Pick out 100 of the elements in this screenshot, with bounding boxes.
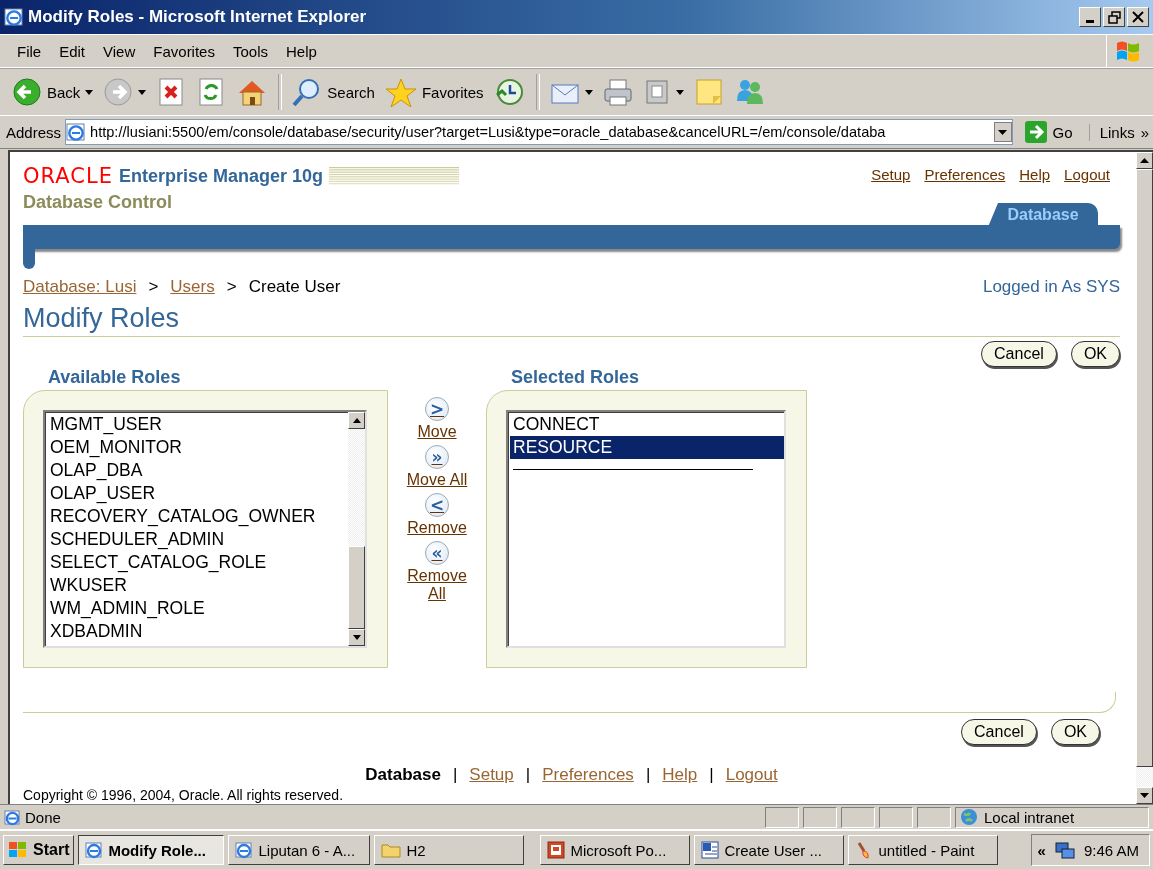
list-option[interactable]: OLAP_DBA: [47, 459, 348, 482]
breadcrumb-current: Create User: [248, 277, 341, 297]
page-icon: [4, 808, 21, 826]
global-link[interactable]: Help: [1019, 166, 1051, 183]
role-list[interactable]: MGMT_USER OEM_MONITOR OLAP_DBA OLAP_USER RECOVERY_CATALOG_OWNER SCHEDULER_ADMIN SELECT_CATALOG_ROLE WKUSER WM_ADMIN_ROLE XDBADMIN: [43, 410, 367, 648]
note-icon: [693, 77, 724, 107]
folder-icon: [381, 842, 402, 858]
status-pane: [917, 806, 951, 828]
brand-logo: ORACLE: [23, 164, 113, 188]
product-subtitle: Database Control: [23, 192, 174, 213]
back-icon: [12, 77, 42, 107]
list-heading: Available Roles: [48, 367, 182, 388]
links-label[interactable]: Links: [1099, 123, 1135, 141]
down-arrow-icon: [1140, 793, 1149, 798]
menu-item[interactable]: Edit: [50, 42, 95, 60]
list-option[interactable]: WM_ADMIN_ROLE: [47, 597, 348, 620]
link-separator: |: [452, 765, 458, 785]
address-field[interactable]: http://lusiani:5500/em/console/database/security/user?target=Lusi&type=oracle_database&cancelURL=/em/console/databa: [65, 119, 1013, 145]
product-name: Enterprise Manager 10g: [118, 165, 323, 187]
zone-text: Local intranet: [984, 808, 1075, 826]
list-option[interactable]: SELECT_CATALOG_ROLE: [47, 551, 348, 574]
windows-logo-icon: [1115, 39, 1141, 63]
list-option[interactable]: OLAP_USER: [47, 482, 348, 505]
minimize-icon: [1086, 19, 1094, 23]
breadcrumb-link[interactable]: Database: Lusi: [23, 277, 137, 297]
list-option[interactable]: OEM_MONITOR: [47, 436, 348, 459]
browser-icon: [4, 7, 24, 27]
action-button[interactable]: OK: [1070, 341, 1120, 367]
taskbar-button[interactable]: Create User ...: [694, 835, 845, 865]
menu-item[interactable]: View: [94, 42, 145, 60]
footer-link[interactable]: Preferences: [542, 765, 634, 785]
global-link[interactable]: Logout: [1064, 166, 1110, 183]
breadcrumb-link[interactable]: Users: [170, 277, 215, 297]
close-button[interactable]: [1127, 7, 1149, 27]
document-icon: [701, 841, 720, 859]
page-icon: [66, 122, 87, 142]
back-button[interactable]: Back: [10, 75, 96, 109]
status-pane: [879, 806, 913, 828]
action-button[interactable]: Cancel: [961, 719, 1037, 745]
slides-icon: [547, 841, 566, 859]
scrollbar[interactable]: [348, 412, 365, 646]
up-arrow-icon: [1140, 158, 1149, 163]
footer-link[interactable]: Setup: [469, 765, 514, 785]
windows-logo-icon: [8, 841, 28, 859]
list-option[interactable]: XDBADMIN: [47, 620, 348, 643]
list-option[interactable]: SCHEDULER_ADMIN: [47, 528, 348, 551]
history-icon: [493, 77, 526, 107]
action-button[interactable]: Cancel: [981, 341, 1057, 367]
menu-item[interactable]: File: [8, 42, 51, 60]
status-pane: [803, 806, 837, 828]
shuttle-button[interactable]: » Move All: [396, 445, 478, 489]
footer-link[interactable]: Logout: [725, 765, 778, 785]
action-button[interactable]: OK: [1050, 719, 1100, 745]
page-title: Modify Roles: [23, 303, 181, 334]
link-separator: |: [525, 765, 531, 785]
shuttle-button[interactable]: < Remove: [396, 493, 478, 537]
shuttle-button[interactable]: « Remove All: [396, 541, 478, 603]
globe-icon: [960, 808, 980, 826]
menu-item[interactable]: Help: [277, 42, 326, 60]
start-button[interactable]: Start: [3, 835, 75, 865]
database-tab[interactable]: Database: [988, 203, 1098, 227]
star-icon: [384, 77, 417, 107]
global-link[interactable]: Setup: [871, 166, 911, 183]
menu-item[interactable]: Tools: [223, 42, 277, 60]
link-separator: |: [709, 765, 714, 785]
shuttle-button[interactable]: > Move: [396, 397, 478, 441]
forward-button[interactable]: [101, 75, 149, 109]
taskbar-button[interactable]: untitled - Paint: [848, 835, 999, 865]
restore-button[interactable]: [1103, 7, 1125, 27]
footer-link[interactable]: Help: [662, 765, 698, 785]
address-label: Address: [6, 123, 62, 141]
menu-item[interactable]: Favorites: [144, 42, 224, 60]
list-option[interactable]: RESOURCE: [510, 436, 784, 459]
chevron-button[interactable]: »: [1140, 123, 1149, 141]
taskbar-button[interactable]: Liputan 6 - A...: [228, 835, 371, 865]
go-button[interactable]: Go: [1016, 121, 1085, 143]
breadcrumb-separator: >: [226, 277, 237, 297]
close-icon: [1132, 11, 1144, 23]
down-arrow-icon: [352, 635, 361, 640]
search-button[interactable]: Search: [290, 75, 377, 109]
copyright-text: Copyright © 1996, 2004, Oracle. All rights reserved.: [23, 787, 345, 803]
global-link[interactable]: Preferences: [924, 166, 1006, 183]
taskbar-button[interactable]: Modify Role...: [78, 835, 225, 865]
status-text: Done: [25, 808, 61, 826]
up-arrow-icon: [352, 418, 361, 423]
role-list[interactable]: CONNECT RESOURCE: [506, 410, 786, 648]
dropdown-button[interactable]: [993, 122, 1012, 142]
minimize-button[interactable]: [1079, 7, 1101, 27]
browser-icon: [85, 841, 104, 859]
tray-chevron[interactable]: «: [1037, 841, 1046, 859]
star-button[interactable]: Favorites: [382, 75, 486, 109]
list-option[interactable]: MGMT_USER: [47, 413, 348, 436]
footer-current: Database: [365, 765, 441, 785]
list-option[interactable]: WKUSER: [47, 574, 348, 597]
page-scrollbar[interactable]: [1136, 152, 1153, 804]
tab-bar-tail: [23, 243, 35, 269]
taskbar-button[interactable]: Microsoft Po...: [540, 835, 691, 865]
taskbar-button[interactable]: H2: [374, 835, 525, 865]
list-option[interactable]: CONNECT: [510, 413, 784, 436]
list-option[interactable]: RECOVERY_CATALOG_OWNER: [47, 505, 348, 528]
